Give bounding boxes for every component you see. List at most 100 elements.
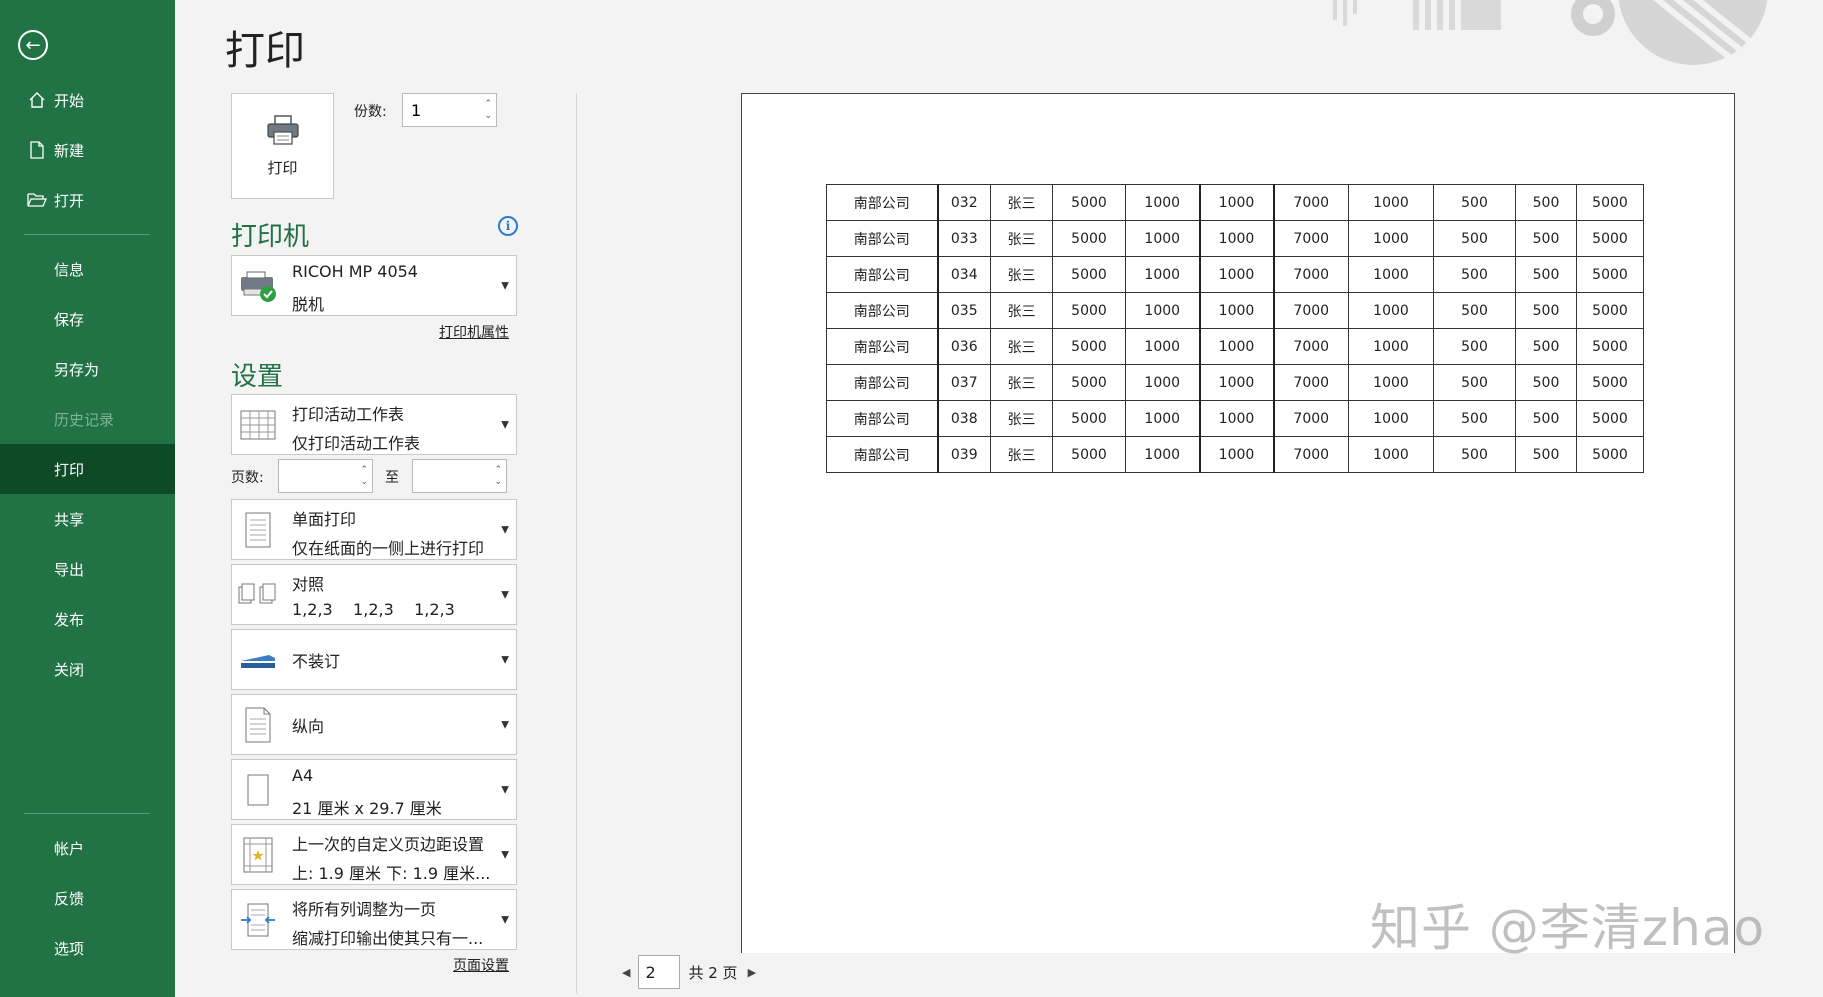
chevron-down-icon[interactable]: ⌄ bbox=[360, 476, 368, 488]
info-icon[interactable]: i bbox=[498, 216, 518, 236]
sidebar-item-share[interactable]: 共享 bbox=[0, 494, 175, 544]
table-cell: 1000 bbox=[1199, 400, 1275, 437]
fit-columns-icon bbox=[238, 900, 278, 940]
sidebar-item-print[interactable]: 打印 bbox=[0, 444, 175, 494]
pages-from-input[interactable] bbox=[279, 460, 352, 492]
sidebar-item-label: 反馈 bbox=[54, 889, 85, 908]
table-cell: 5000 bbox=[1052, 328, 1126, 365]
table-cell: 1000 bbox=[1348, 256, 1434, 293]
print-preview-page: 南部公司 032 张三 5000 1000 1000 7000 1000 500 500 5000 南… bbox=[741, 93, 1735, 953]
table-cell: 500 bbox=[1433, 328, 1516, 365]
table-cell: 500 bbox=[1433, 364, 1516, 401]
table-cell: 500 bbox=[1515, 184, 1577, 221]
table-cell: 5000 bbox=[1576, 328, 1644, 365]
table-cell: 1000 bbox=[1125, 328, 1201, 365]
sidebar-item-home[interactable]: 开始 bbox=[0, 75, 175, 125]
scaling-description: 缩减打印输出使其只有一... bbox=[292, 929, 484, 948]
table-cell: 1000 bbox=[1125, 256, 1201, 293]
chevron-down-icon: ▼ bbox=[501, 719, 509, 730]
table-cell: 7000 bbox=[1273, 184, 1349, 221]
table-cell: 1000 bbox=[1125, 184, 1201, 221]
table-row: 南部公司 039 张三 5000 1000 1000 7000 1000 500 500 5000 bbox=[826, 436, 1644, 473]
collate-dropdown[interactable]: 对照 1,2,3 1,2,3 1,2,3 ▼ bbox=[231, 564, 517, 625]
table-cell: 034 bbox=[937, 256, 991, 293]
table-cell: 张三 bbox=[990, 328, 1053, 365]
new-document-icon bbox=[22, 141, 52, 159]
sides-dropdown[interactable]: 单面打印 仅在纸面的一侧上进行打印 ▼ bbox=[231, 499, 517, 560]
sidebar-item-history: 历史记录 bbox=[0, 394, 175, 444]
scaling-dropdown[interactable]: 将所有列调整为一页 缩减打印输出使其只有一... ▼ bbox=[231, 889, 517, 950]
copies-input[interactable] bbox=[403, 94, 476, 126]
chevron-down-icon: ▼ bbox=[501, 784, 509, 795]
chevron-up-icon[interactable]: ⌃ bbox=[360, 464, 368, 476]
table-cell: 张三 bbox=[990, 364, 1053, 401]
chevron-down-icon[interactable]: ⌄ bbox=[484, 110, 492, 122]
sidebar-item-label: 帐户 bbox=[54, 839, 85, 858]
sidebar-item-open[interactable]: 打开 bbox=[0, 175, 175, 225]
sidebar-item-info[interactable]: 信息 bbox=[0, 244, 175, 294]
table-row: 南部公司 033 张三 5000 1000 1000 7000 1000 500 500 5000 bbox=[826, 220, 1644, 257]
staple-dropdown[interactable]: 不装订 ▼ bbox=[231, 629, 517, 690]
table-cell: 1000 bbox=[1199, 220, 1275, 257]
print-button[interactable]: 打印 bbox=[231, 93, 334, 199]
sidebar-item-label: 打开 bbox=[54, 191, 85, 210]
home-icon bbox=[22, 91, 52, 109]
stepper-arrows[interactable]: ⌃ ⌄ bbox=[484, 98, 492, 122]
stepper-arrows[interactable]: ⌃ ⌄ bbox=[360, 464, 368, 488]
sidebar-item-save-as[interactable]: 另存为 bbox=[0, 344, 175, 394]
margins-title: 上一次的自定义页边距设置 bbox=[292, 835, 485, 854]
sidebar-item-save[interactable]: 保存 bbox=[0, 294, 175, 344]
pages-to-input[interactable] bbox=[413, 460, 486, 492]
table-cell: 5000 bbox=[1576, 184, 1644, 221]
previous-page-arrow-icon[interactable]: ◀ bbox=[622, 966, 630, 979]
sidebar-item-export[interactable]: 导出 bbox=[0, 544, 175, 594]
table-cell: 1000 bbox=[1348, 184, 1434, 221]
table-cell: 5000 bbox=[1576, 220, 1644, 257]
stepper-arrows[interactable]: ⌃ ⌄ bbox=[494, 464, 502, 488]
portrait-page-icon bbox=[238, 705, 278, 745]
pages-from-stepper[interactable]: ⌃ ⌄ bbox=[278, 459, 373, 493]
table-cell: 南部公司 bbox=[826, 292, 939, 329]
print-what-dropdown[interactable]: 打印活动工作表 仅打印活动工作表 ▼ bbox=[231, 394, 517, 455]
printer-status: 脱机 bbox=[292, 295, 325, 314]
sidebar-item-new[interactable]: 新建 bbox=[0, 125, 175, 175]
pages-to-label: 至 bbox=[385, 470, 399, 486]
paper-size-dropdown[interactable]: A4 21 厘米 x 29.7 厘米 ▼ bbox=[231, 759, 517, 820]
chevron-up-icon[interactable]: ⌃ bbox=[494, 464, 502, 476]
table-cell: 1000 bbox=[1125, 364, 1201, 401]
sidebar-item-close[interactable]: 关闭 bbox=[0, 644, 175, 694]
printer-properties-link[interactable]: 打印机属性 bbox=[439, 322, 509, 342]
sidebar-item-options[interactable]: 选项 bbox=[0, 923, 175, 973]
next-page-arrow-icon[interactable]: ▶ bbox=[748, 966, 756, 979]
current-page-input[interactable]: 2 bbox=[638, 955, 681, 989]
margins-dropdown[interactable]: 上一次的自定义页边距设置 上: 1.9 厘米 下: 1.9 厘米... ▼ bbox=[231, 824, 517, 885]
table-cell: 5000 bbox=[1052, 220, 1126, 257]
sidebar-item-label: 打印 bbox=[54, 460, 85, 479]
page-setup-link[interactable]: 页面设置 bbox=[453, 955, 509, 975]
table-cell: 5000 bbox=[1576, 364, 1644, 401]
chevron-down-icon: ▼ bbox=[501, 849, 509, 860]
sidebar-item-publish[interactable]: 发布 bbox=[0, 594, 175, 644]
single-sided-page-icon bbox=[238, 510, 278, 550]
sidebar-item-account[interactable]: 帐户 bbox=[0, 823, 175, 873]
table-cell: 500 bbox=[1433, 400, 1516, 437]
copies-stepper[interactable]: ⌃⌄ bbox=[402, 93, 497, 127]
table-cell: 035 bbox=[937, 292, 991, 329]
total-pages-label: 共 2 页 bbox=[688, 963, 738, 982]
sidebar-item-label: 保存 bbox=[54, 310, 85, 329]
table-cell: 1000 bbox=[1348, 436, 1434, 473]
pages-to-stepper[interactable]: ⌃ ⌄ bbox=[412, 459, 507, 493]
print-what-description: 仅打印活动工作表 bbox=[292, 434, 421, 453]
sidebar-item-feedback[interactable]: 反馈 bbox=[0, 873, 175, 923]
table-cell: 5000 bbox=[1052, 436, 1126, 473]
table-cell: 033 bbox=[937, 220, 991, 257]
print-button-label: 打印 bbox=[267, 158, 298, 177]
backstage-sidebar: ← 开始 新建 打开 信息 保存 另存为 历史记录 打印 共享 导出 发布 关闭… bbox=[0, 0, 175, 997]
table-cell: 1000 bbox=[1348, 328, 1434, 365]
back-arrow-icon[interactable]: ← bbox=[18, 30, 48, 60]
orientation-dropdown[interactable]: 纵向 ▼ bbox=[231, 694, 517, 755]
chevron-up-icon[interactable]: ⌃ bbox=[484, 98, 492, 110]
table-cell: 张三 bbox=[990, 220, 1053, 257]
printer-dropdown[interactable]: RICOH MP 4054 脱机 ▼ bbox=[231, 255, 517, 316]
chevron-down-icon[interactable]: ⌄ bbox=[494, 476, 502, 488]
